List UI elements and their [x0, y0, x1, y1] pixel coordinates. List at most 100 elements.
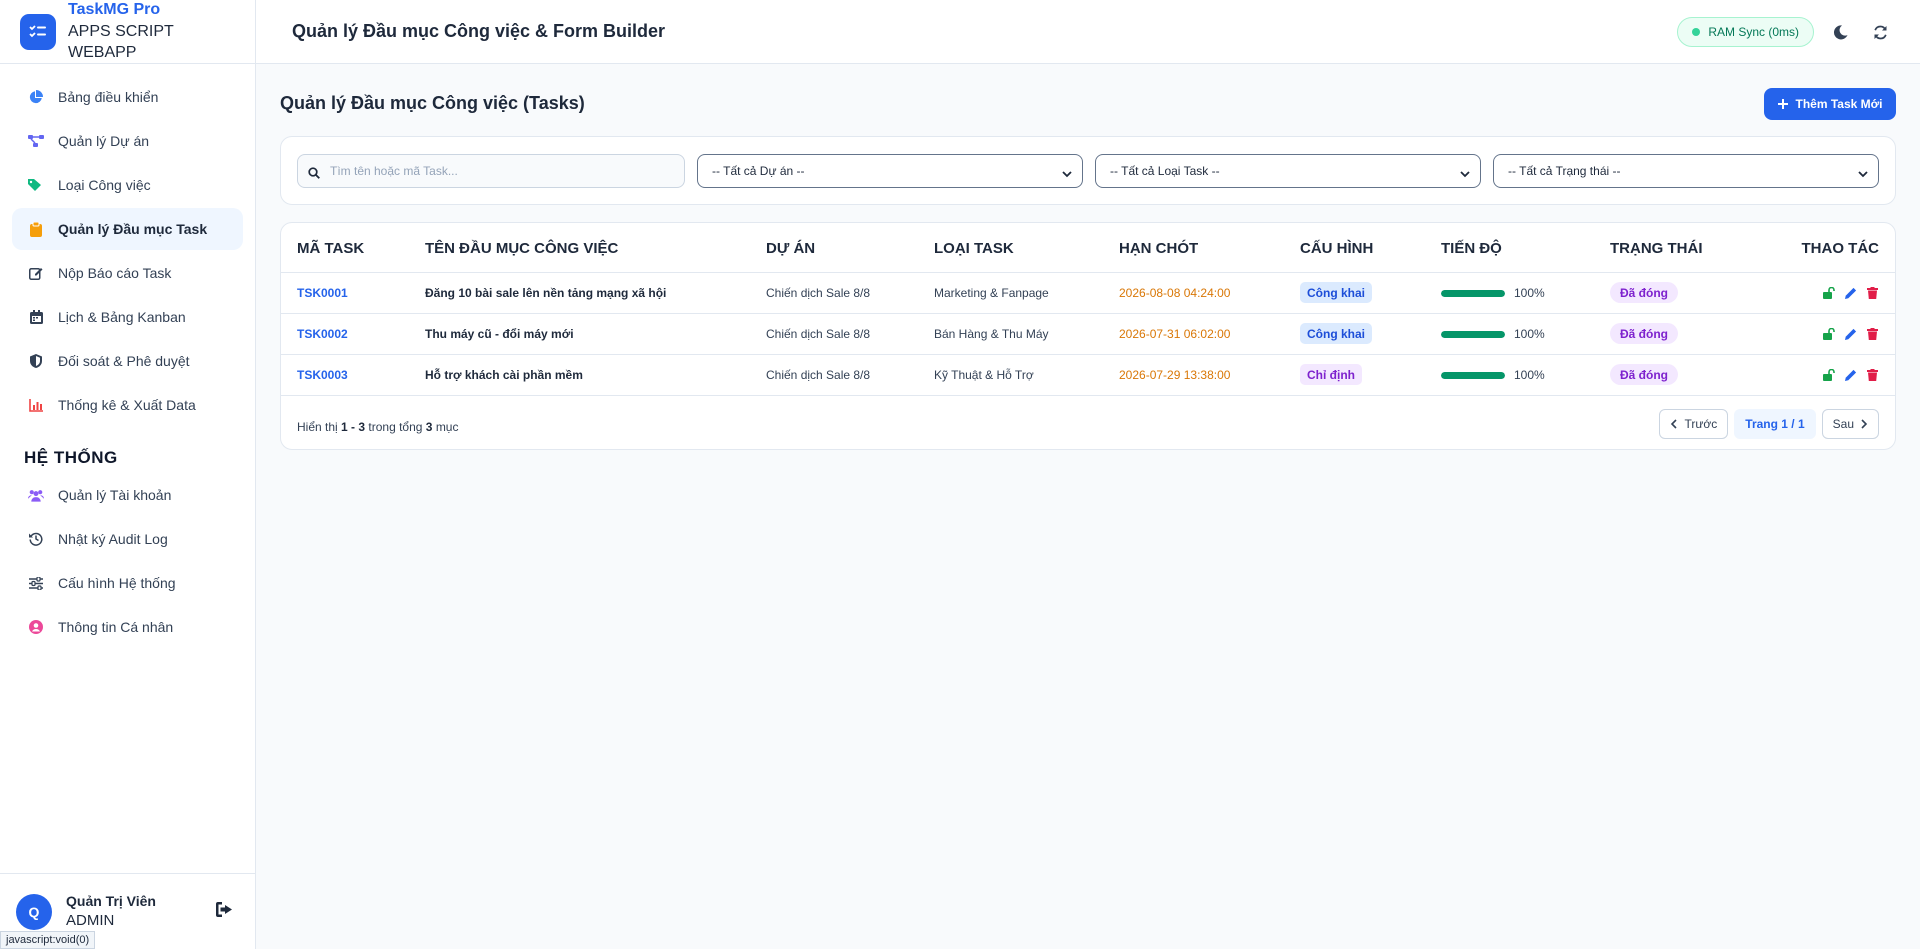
table-row: TSK0003 Hỗ trợ khách cài phần mềm Chiến … [281, 355, 1895, 396]
chevron-down-icon [1858, 167, 1868, 181]
task-code-link[interactable]: TSK0003 [297, 368, 348, 382]
config-badge: Công khai [1300, 323, 1373, 344]
edit-pencil-icon[interactable] [1844, 368, 1857, 381]
column-header: LOẠI TASK [934, 240, 1014, 257]
task-code-link[interactable]: TSK0001 [297, 286, 348, 300]
row-actions [1822, 286, 1879, 299]
unlock-icon[interactable] [1822, 327, 1835, 340]
task-type: Kỹ Thuật & Hỗ Trợ [934, 368, 1034, 382]
task-name: Đăng 10 bài sale lên nền tảng mạng xã hộ… [425, 286, 667, 300]
prev-label: Trước [1684, 417, 1718, 431]
brand-name: TaskMG Pro [68, 1, 161, 19]
progress-fill [1441, 290, 1505, 297]
column-header: THAO TÁC [1801, 240, 1880, 257]
add-task-button[interactable]: Thêm Task Mới [1764, 88, 1896, 120]
task-code-link[interactable]: TSK0002 [297, 327, 348, 341]
trash-icon[interactable] [1866, 286, 1879, 299]
brand: TaskMG Pro APPS SCRIPT WEBAPP [0, 0, 255, 64]
status-dot-icon [1692, 28, 1701, 36]
chevron-down-icon [1460, 167, 1470, 181]
status-badge: Đã đóng [1610, 282, 1678, 303]
progress-bar [1441, 331, 1505, 338]
sliders-icon [28, 575, 44, 591]
sidebar-item-calendar-kanban[interactable]: Lịch & Bảng Kanban [12, 296, 243, 338]
sidebar-item-system-config[interactable]: Cấu hình Hệ thống [12, 562, 243, 604]
page-title: Quản lý Đầu mục Công việc (Tasks) [280, 93, 585, 113]
sidebar-item-label: Quản lý Đầu mục Task [58, 221, 208, 237]
status-filter-select[interactable]: -- Tất cả Trạng thái -- [1493, 154, 1879, 188]
progress-percent: 100% [1514, 286, 1545, 300]
project-diagram-icon [28, 133, 44, 149]
column-header: TIẾN ĐỘ [1441, 240, 1502, 257]
sidebar-item-label: Thông tin Cá nhân [58, 619, 174, 635]
column-header: DỰ ÁN [766, 240, 816, 257]
unlock-icon[interactable] [1822, 368, 1835, 381]
sidebar-item-stats-export[interactable]: Thống kê & Xuất Data [12, 384, 243, 426]
sidebar-item-label: Đối soát & Phê duyệt [58, 353, 190, 369]
progress-fill [1441, 331, 1505, 338]
sidebar-item-label: Thống kê & Xuất Data [58, 397, 196, 413]
table-row: TSK0002 Thu máy cũ - đổi máy mới Chiến d… [281, 314, 1895, 355]
bar-chart-icon [28, 397, 44, 413]
sidebar-item-reconcile-approve[interactable]: Đối soát & Phê duyệt [12, 340, 243, 382]
search-icon [308, 167, 320, 179]
sidebar-item-projects[interactable]: Quản lý Dự án [12, 120, 243, 162]
tasks-logo-icon [20, 13, 56, 50]
project-filter-select[interactable]: -- Tất cả Dự án -- [697, 154, 1083, 188]
user-role: ADMIN [66, 911, 115, 929]
table-header: MÃ TASK TÊN ĐẦU MỤC CÔNG VIỆC DỰ ÁN LOẠI… [281, 223, 1895, 273]
info-prefix: Hiển thị [297, 420, 338, 434]
config-badge: Công khai [1300, 282, 1373, 303]
info-range: 1 - 3 [341, 420, 366, 434]
users-icon [28, 487, 44, 503]
sidebar-item-profile[interactable]: Thông tin Cá nhân [12, 606, 243, 648]
status-filter-value: -- Tất cả Trạng thái -- [1508, 164, 1621, 178]
task-deadline: 2026-08-08 04:24:00 [1119, 286, 1231, 300]
status-badge: Đã đóng [1610, 364, 1678, 385]
sidebar-item-label: Cấu hình Hệ thống [58, 575, 176, 591]
avatar: Q [16, 893, 52, 930]
search-input[interactable] [330, 164, 670, 178]
trash-icon[interactable] [1866, 368, 1879, 381]
refresh-icon[interactable] [1870, 22, 1890, 42]
sidebar-item-label: Quản lý Tài khoản [58, 487, 172, 503]
sidebar-item-submit-report[interactable]: Nộp Báo cáo Task [12, 252, 243, 294]
pagination: Trước Trang 1 / 1 Sau [1659, 409, 1879, 439]
task-deadline: 2026-07-29 13:38:00 [1119, 368, 1231, 382]
unlock-icon[interactable] [1822, 286, 1835, 299]
task-deadline: 2026-07-31 06:02:00 [1119, 327, 1231, 341]
logout-icon[interactable] [216, 902, 233, 922]
next-page-button[interactable]: Sau [1821, 409, 1879, 439]
task-type-filter-select[interactable]: -- Tất cả Loại Task -- [1095, 154, 1481, 188]
current-page-indicator: Trang 1 / 1 [1734, 409, 1816, 439]
prev-page-button[interactable]: Trước [1659, 409, 1729, 439]
info-total: 3 [425, 420, 433, 434]
progress-bar [1441, 372, 1505, 379]
trash-icon[interactable] [1866, 327, 1879, 340]
chevron-down-icon [1062, 167, 1072, 181]
sidebar-item-accounts[interactable]: Quản lý Tài khoản [12, 474, 243, 516]
user-name: Quản Trị Viên [66, 892, 156, 909]
column-header: CẤU HÌNH [1300, 240, 1374, 257]
header-title: Quản lý Đầu mục Công việc & Form Builder [292, 21, 666, 41]
row-actions [1822, 368, 1879, 381]
task-project: Chiến dịch Sale 8/8 [766, 368, 871, 382]
dark-mode-moon-icon[interactable] [1830, 22, 1850, 42]
sidebar: TaskMG Pro APPS SCRIPT WEBAPP Bảng điều … [0, 0, 256, 949]
column-header: MÃ TASK [297, 240, 365, 257]
sidebar-item-task-management[interactable]: Quản lý Đầu mục Task [12, 208, 243, 250]
tags-icon [28, 177, 44, 193]
status-bar-url: javascript:void(0) [0, 931, 96, 949]
sidebar-item-dashboard[interactable]: Bảng điều khiển [12, 76, 243, 118]
search-field[interactable] [297, 154, 685, 188]
sidebar-item-task-types[interactable]: Loại Công việc [12, 164, 243, 206]
calendar-icon [28, 309, 44, 325]
task-name: Hỗ trợ khách cài phần mềm [425, 368, 583, 382]
sidebar-item-audit-log[interactable]: Nhật ký Audit Log [12, 518, 243, 560]
column-header: HẠN CHÓT [1119, 240, 1199, 257]
progress-fill [1441, 372, 1505, 379]
edit-pencil-icon[interactable] [1844, 327, 1857, 340]
sidebar-item-label: Loại Công việc [58, 177, 151, 193]
chevron-right-icon [1861, 419, 1868, 429]
edit-pencil-icon[interactable] [1844, 286, 1857, 299]
